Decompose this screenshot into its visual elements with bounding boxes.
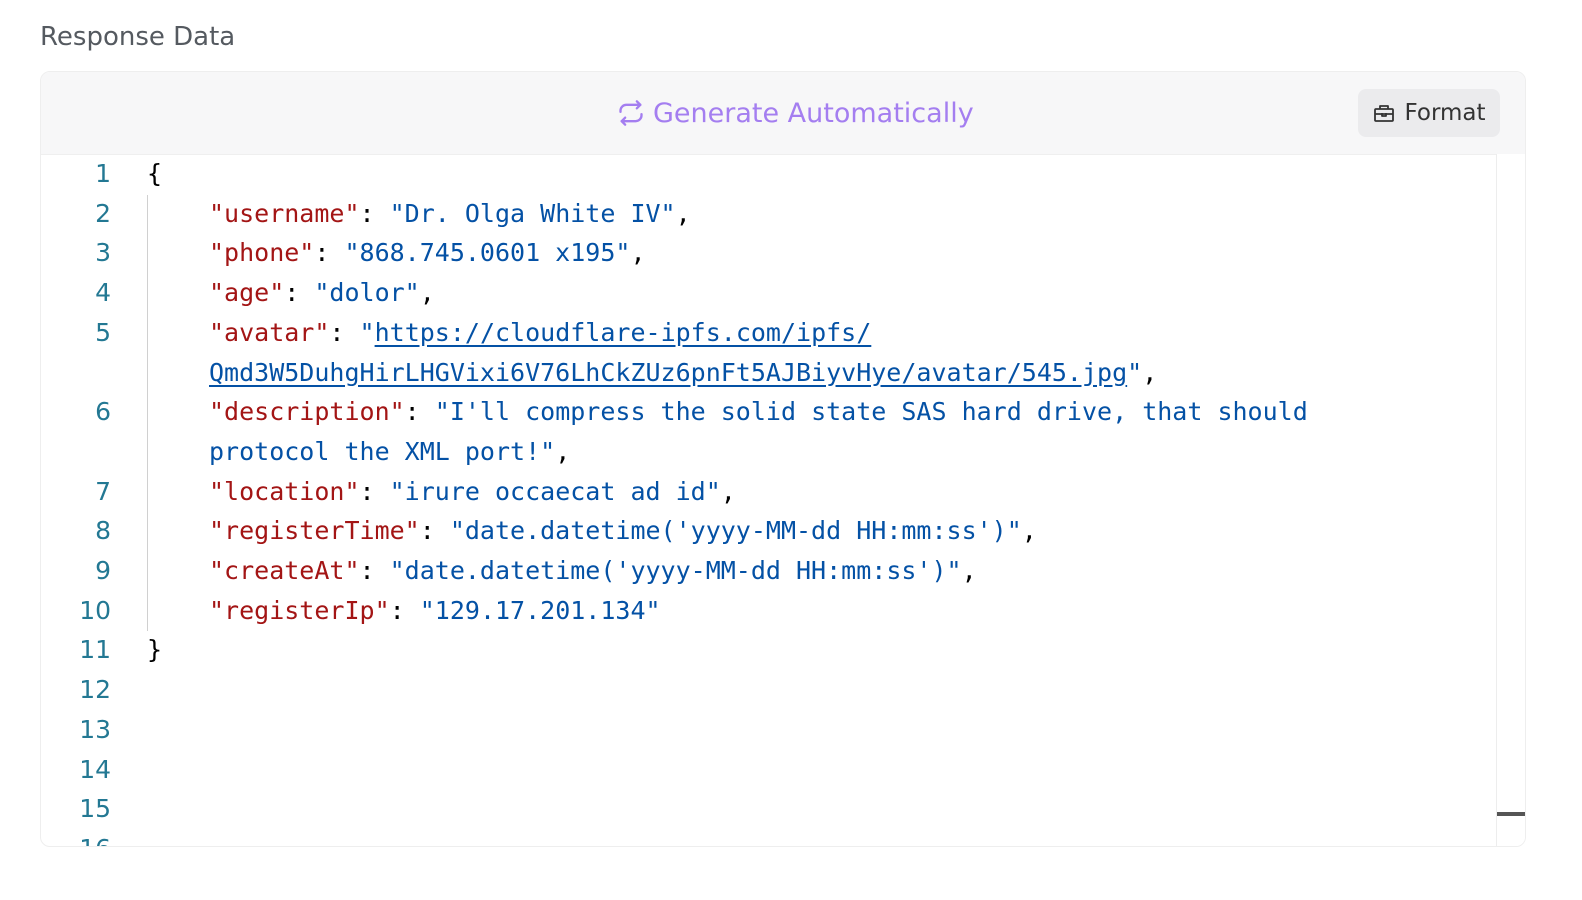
line-number: 6 [95, 397, 111, 427]
format-button[interactable]: Format [1358, 89, 1500, 137]
line-number: 14 [79, 754, 111, 784]
code-line-wrap: protocol the XML port!", [209, 436, 571, 466]
json-value: "dolor" [314, 278, 420, 308]
line-number: 8 [95, 516, 111, 546]
generate-automatically-label: Generate Automatically [653, 97, 974, 129]
json-value: "date.datetime('yyyy-MM-dd HH:mm:ss')" [449, 516, 1022, 546]
line-number: 12 [79, 675, 111, 705]
code-line: "age": "dolor", [209, 278, 435, 308]
code-line: "username": "Dr. Olga White IV", [209, 198, 691, 228]
json-key: "phone" [209, 238, 315, 268]
line-number: 16 [79, 829, 111, 846]
json-key: "age" [209, 278, 285, 308]
line-number: 10 [79, 595, 111, 625]
json-value: "date.datetime('yyyy-MM-dd HH:mm:ss')" [389, 556, 962, 585]
open-brace: { [147, 159, 163, 188]
response-data-panel: Generate Automatically Format 1 2 3 4 5 … [40, 71, 1526, 847]
json-key: "description" [209, 397, 405, 427]
scrollbar-thumb[interactable] [1497, 812, 1525, 816]
vertical-scrollbar[interactable] [1496, 154, 1525, 846]
json-key: "avatar" [209, 317, 330, 347]
json-key: "username" [209, 198, 360, 228]
code-line: "location": "irure occaecat ad id", [209, 476, 736, 506]
avatar-url-link-continued[interactable]: Qmd3W5DuhgHirLHGVixi6V76LhCkZUz6pnFt5AJB… [209, 358, 1127, 387]
repeat-icon [619, 100, 643, 126]
json-value-continued: protocol the XML port!" [209, 436, 556, 466]
line-number: 7 [95, 476, 111, 506]
generate-automatically-button[interactable]: Generate Automatically [617, 96, 974, 130]
line-number: 9 [95, 556, 111, 585]
json-key: "registerIp" [209, 595, 390, 625]
code-line: "registerIp": "129.17.201.134" [209, 595, 661, 625]
line-number: 13 [79, 714, 111, 744]
json-value: "129.17.201.134" [419, 595, 661, 625]
json-key: "location" [209, 476, 360, 506]
json-value: "irure occaecat ad id" [389, 476, 721, 506]
line-number: 3 [95, 238, 111, 268]
response-data-label: Response Data [40, 22, 236, 52]
json-value: "868.745.0601 x195" [344, 238, 631, 268]
code-line-wrap: Qmd3W5DuhgHirLHGVixi6V76LhCkZUz6pnFt5AJB… [209, 357, 1158, 387]
json-key: "registerTime" [209, 516, 420, 546]
code-line: "description": "I'll compress the solid … [209, 397, 1308, 427]
code-line: "registerTime": "date.datetime('yyyy-MM-… [209, 516, 1037, 546]
line-number: 5 [95, 317, 111, 347]
line-number: 4 [95, 278, 111, 308]
format-label: Format [1404, 100, 1486, 126]
line-number: 15 [79, 794, 111, 824]
toolbox-icon [1374, 105, 1395, 122]
code-line: "avatar": "https://cloudflare-ipfs.com/i… [209, 317, 872, 347]
code-editor[interactable]: 1 2 3 4 5 6 7 8 9 10 11 12 13 14 15 16 {… [41, 154, 1525, 846]
json-quote: " [359, 317, 375, 347]
line-number: 1 [95, 159, 111, 188]
close-brace: } [147, 635, 163, 665]
code-line: { [147, 154, 1495, 194]
code-line: "phone": "868.745.0601 x195", [209, 238, 646, 268]
line-number: 2 [95, 198, 111, 228]
avatar-url-link[interactable]: https://cloudflare-ipfs.com/ipfs/ [375, 318, 872, 347]
json-key: "createAt" [209, 556, 360, 585]
code-line: "createAt": "date.datetime('yyyy-MM-dd H… [209, 556, 977, 585]
code-line: } [147, 630, 1495, 670]
editor-toolbar: Generate Automatically Format [41, 72, 1525, 155]
json-value: "I'll compress the solid state SAS hard … [434, 397, 1308, 427]
line-number: 11 [79, 635, 111, 665]
json-quote: " [1127, 357, 1143, 387]
json-value: "Dr. Olga White IV" [389, 198, 676, 228]
